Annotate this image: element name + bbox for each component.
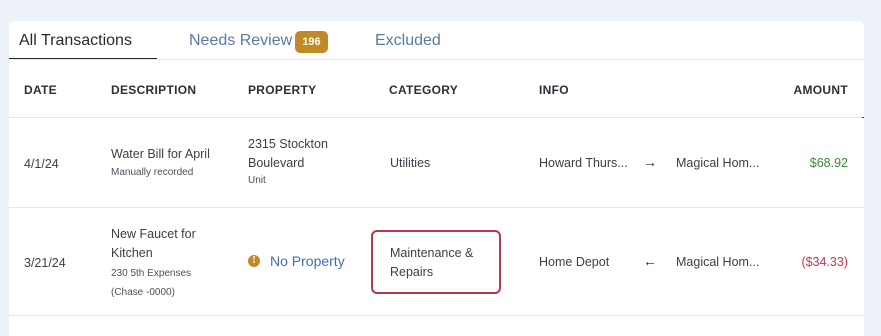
no-property-label: No Property bbox=[270, 253, 345, 269]
category-text: Maintenance & Repairs bbox=[390, 244, 473, 282]
tab-label: Needs Review bbox=[189, 32, 293, 49]
arrow-right-icon: → bbox=[643, 154, 657, 170]
transaction-date: 4/1/24 bbox=[24, 157, 59, 171]
transaction-property[interactable]: 2315 Stockton Boulevard Unit bbox=[248, 135, 328, 186]
transaction-description: New Faucet for Kitchen 230 5th Expenses … bbox=[111, 225, 196, 302]
arrow-left-icon: ← bbox=[643, 253, 657, 269]
tab-bar: All Transactions Needs Review 196 Exclud… bbox=[9, 21, 864, 59]
column-header-amount[interactable]: AMOUNT bbox=[794, 83, 848, 97]
column-header-date[interactable]: DATE bbox=[24, 83, 57, 97]
category-line: Repairs bbox=[390, 265, 434, 279]
transaction-amount: $68.92 bbox=[809, 156, 848, 170]
description-text: Kitchen bbox=[111, 246, 153, 260]
transaction-from: Howard Thurs... bbox=[539, 156, 628, 170]
tab-needs-review[interactable]: Needs Review bbox=[189, 21, 292, 59]
transaction-to: Magical Hom... bbox=[676, 255, 760, 269]
tab-label: Excluded bbox=[375, 32, 441, 49]
info-icon: ! bbox=[248, 255, 260, 267]
category-line: Maintenance & bbox=[390, 246, 474, 260]
transaction-category-highlighted[interactable]: Maintenance & Repairs bbox=[371, 230, 501, 294]
transactions-panel: All Transactions Needs Review 196 Exclud… bbox=[9, 21, 864, 336]
description-subtext: 230 5th Expenses bbox=[111, 268, 192, 279]
table-row[interactable]: 4/1/24 Water Bill for April Manually rec… bbox=[9, 118, 864, 208]
description-subtext: Manually recorded bbox=[111, 167, 194, 178]
transaction-description: Water Bill for April Manually recorded bbox=[111, 145, 210, 182]
property-line: 2315 Stockton bbox=[248, 137, 328, 151]
column-header-info[interactable]: INFO bbox=[539, 83, 569, 97]
transaction-to: Magical Hom... bbox=[676, 156, 760, 170]
description-text: Water Bill for April bbox=[111, 147, 210, 161]
column-header-description[interactable]: DESCRIPTION bbox=[111, 83, 196, 97]
no-property-button[interactable]: ! No Property bbox=[248, 253, 345, 269]
transaction-date: 3/21/24 bbox=[24, 256, 66, 270]
table-header: DATE DESCRIPTION PROPERTY CATEGORY INFO … bbox=[9, 60, 864, 118]
description-subtext: (Chase -0000) bbox=[111, 287, 175, 298]
table-row[interactable]: 3/21/24 New Faucet for Kitchen 230 5th E… bbox=[9, 208, 864, 316]
tab-excluded[interactable]: Excluded bbox=[375, 21, 441, 59]
needs-review-count-badge: 196 bbox=[295, 31, 328, 53]
property-unit: Unit bbox=[248, 175, 266, 186]
column-header-category[interactable]: CATEGORY bbox=[389, 83, 458, 97]
description-text: New Faucet for bbox=[111, 227, 196, 241]
transaction-category[interactable]: Utilities bbox=[390, 156, 430, 170]
transaction-from: Home Depot bbox=[539, 255, 610, 269]
column-header-property[interactable]: PROPERTY bbox=[248, 83, 316, 97]
property-line: Boulevard bbox=[248, 156, 305, 170]
transaction-amount: ($34.33) bbox=[801, 255, 848, 269]
tab-all-transactions[interactable]: All Transactions bbox=[9, 21, 157, 59]
tab-label: All Transactions bbox=[19, 32, 132, 49]
